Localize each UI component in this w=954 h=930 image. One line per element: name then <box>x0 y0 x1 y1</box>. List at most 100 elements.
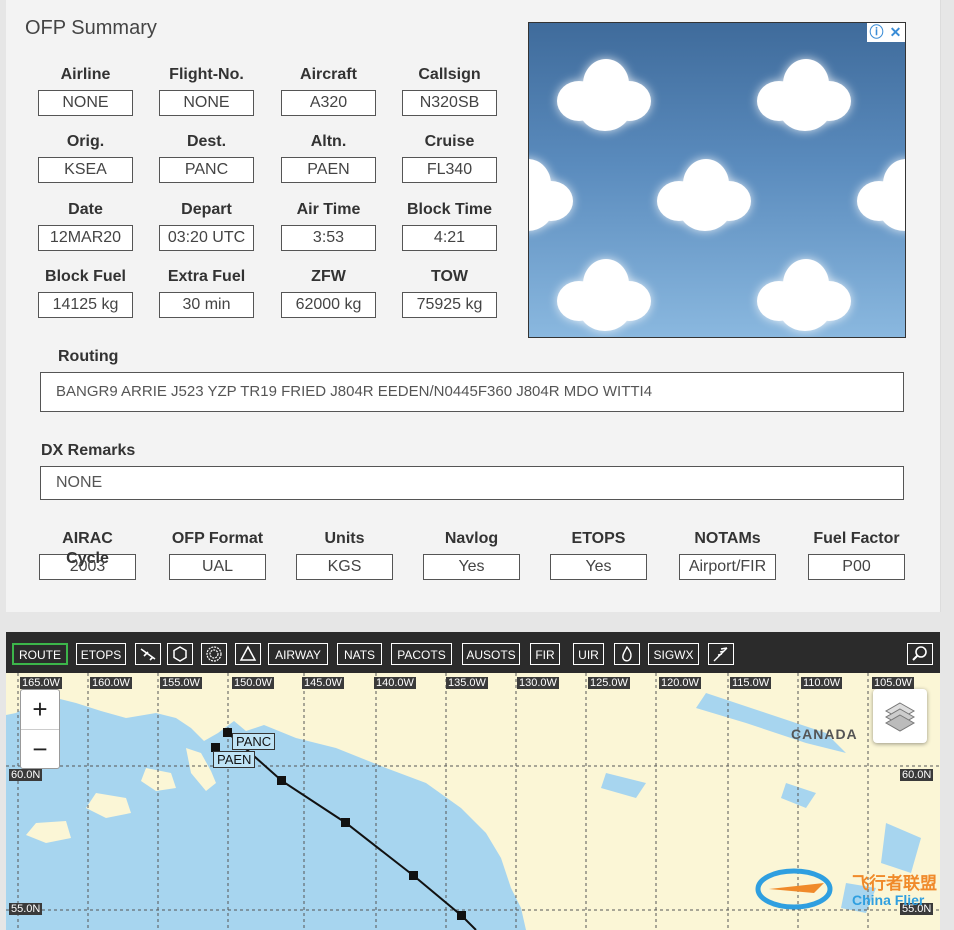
block-fuel-value: 14125 kg <box>38 292 133 318</box>
alternate-value: PAEN <box>281 157 376 183</box>
fuel-factor-value: P00 <box>808 554 905 580</box>
callsign-field: Callsign N320SB <box>402 65 497 116</box>
lon-label: 125.0W <box>588 677 630 689</box>
callsign-value: N320SB <box>402 90 497 116</box>
layers-icon <box>884 702 916 732</box>
lon-label: 105.0W <box>872 677 914 689</box>
cruise-value: FL340 <box>402 157 497 183</box>
route-layer-button[interactable]: ROUTE <box>12 643 68 665</box>
ofp-format-value: UAL <box>169 554 266 580</box>
wind-icon[interactable] <box>708 643 734 665</box>
airac-cycle-field: AIRAC Cycle2003 <box>39 529 136 580</box>
airac-cycle-value: 2003 <box>39 554 136 580</box>
block-time-field: Block Time 4:21 <box>402 200 497 251</box>
lat-label: 60.0N <box>9 769 43 781</box>
watermark-cn-text: 飞行者联盟 <box>852 874 937 893</box>
routing-value: BANGR9 ARRIE J523 YZP TR19 FRIED J804R E… <box>40 372 904 412</box>
fuel-factor-field: Fuel Factor P00 <box>808 529 905 580</box>
lon-label: 165.0W <box>20 677 62 689</box>
zfw-value: 62000 kg <box>281 292 376 318</box>
lon-label: 140.0W <box>374 677 416 689</box>
watermark-en-text: China Flier <box>852 892 925 908</box>
etops-layer-button[interactable]: ETOPS <box>76 643 126 665</box>
block-fuel-field: Block Fuel 14125 kg <box>38 267 133 318</box>
zoom-out-button[interactable]: − <box>21 730 59 769</box>
ausots-layer-button[interactable]: AUSOTS <box>462 643 520 665</box>
uir-layer-button[interactable]: UIR <box>573 643 604 665</box>
airport-label-panc[interactable]: PANC <box>232 733 276 750</box>
zoom-in-button[interactable]: + <box>21 690 59 730</box>
airport-label-paen[interactable]: PAEN <box>213 751 256 768</box>
flight-no-field: Flight-No. NONE <box>159 65 254 116</box>
lon-label: 120.0W <box>659 677 701 689</box>
block-time-value: 4:21 <box>402 225 497 251</box>
units-field: Units KGS <box>296 529 393 580</box>
origin-field: Orig. KSEA <box>38 132 133 183</box>
lon-label: 160.0W <box>90 677 132 689</box>
lat-label: 55.0N <box>9 903 43 915</box>
lon-label: 135.0W <box>446 677 488 689</box>
routing-label: Routing <box>58 348 119 365</box>
destination-value: PANC <box>159 157 254 183</box>
remarks-value: NONE <box>40 466 904 500</box>
lat-label: 60.0N <box>900 769 934 781</box>
air-time-value: 3:53 <box>281 225 376 251</box>
country-label: CANADA <box>791 726 858 742</box>
airway-layer-button[interactable]: AIRWAY <box>268 643 328 665</box>
air-time-field: Air Time 3:53 <box>281 200 376 251</box>
lon-label: 155.0W <box>160 677 202 689</box>
plane-icon[interactable] <box>135 643 161 665</box>
hexagon-icon[interactable] <box>167 643 193 665</box>
depart-value: 03:20 UTC <box>159 225 254 251</box>
lon-label: 110.0W <box>801 677 843 689</box>
map-toolbar: ROUTE ETOPS AIRWAY NATS PACOTS AUSOTS FI… <box>6 632 940 673</box>
nats-layer-button[interactable]: NATS <box>337 643 382 665</box>
navlog-field: Navlog Yes <box>423 529 520 580</box>
ad-banner[interactable]: ⓘ ✕ <box>528 22 906 338</box>
ad-close-icon[interactable]: ✕ <box>886 23 905 42</box>
page-title: OFP Summary <box>25 17 157 39</box>
airline-value: NONE <box>38 90 133 116</box>
destination-field: Dest. PANC <box>159 132 254 183</box>
watermark-logo <box>754 863 844 913</box>
fir-layer-button[interactable]: FIR <box>530 643 560 665</box>
lon-label: 150.0W <box>232 677 274 689</box>
layers-button[interactable] <box>873 689 927 743</box>
drop-icon[interactable] <box>614 643 640 665</box>
depart-field: Depart 03:20 UTC <box>159 200 254 251</box>
cruise-field: Cruise FL340 <box>402 132 497 183</box>
date-field: Date 12MAR20 <box>38 200 133 251</box>
triangle-icon[interactable] <box>235 643 261 665</box>
search-icon[interactable] <box>907 643 933 665</box>
radar-icon[interactable] <box>201 643 227 665</box>
pacots-layer-button[interactable]: PACOTS <box>391 643 452 665</box>
notams-field: NOTAMs Airport/FIR <box>679 529 776 580</box>
aircraft-value: A320 <box>281 90 376 116</box>
navlog-value: Yes <box>423 554 520 580</box>
zoom-control: + − <box>20 689 60 769</box>
lon-label: 130.0W <box>517 677 559 689</box>
ad-controls: ⓘ ✕ <box>867 23 905 42</box>
airline-field: Airline NONE <box>38 65 133 116</box>
extra-fuel-value: 30 min <box>159 292 254 318</box>
sigwx-layer-button[interactable]: SIGWX <box>648 643 699 665</box>
route-map-widget: ROUTE ETOPS AIRWAY NATS PACOTS AUSOTS FI… <box>6 632 940 930</box>
aircraft-field: Aircraft A320 <box>281 65 376 116</box>
origin-value: KSEA <box>38 157 133 183</box>
extra-fuel-field: Extra Fuel 30 min <box>159 267 254 318</box>
lon-label: 145.0W <box>302 677 344 689</box>
flight-no-value: NONE <box>159 90 254 116</box>
date-value: 12MAR20 <box>38 225 133 251</box>
tow-value: 75925 kg <box>402 292 497 318</box>
ad-info-icon[interactable]: ⓘ <box>867 23 886 42</box>
lon-label: 115.0W <box>730 677 772 689</box>
alternate-field: Altn. PAEN <box>281 132 376 183</box>
ofp-summary-panel: OFP Summary Airline NONE Flight-No. NONE A… <box>6 0 941 612</box>
ofp-format-field: OFP Format UAL <box>169 529 266 580</box>
remarks-label: DX Remarks <box>41 442 136 459</box>
map-canvas[interactable]: 165.0W 160.0W 155.0W 150.0W 145.0W 140.0… <box>6 673 940 930</box>
tow-field: TOW 75925 kg <box>402 267 497 318</box>
etops-value: Yes <box>550 554 647 580</box>
notams-value: Airport/FIR <box>679 554 776 580</box>
zfw-field: ZFW 62000 kg <box>281 267 376 318</box>
